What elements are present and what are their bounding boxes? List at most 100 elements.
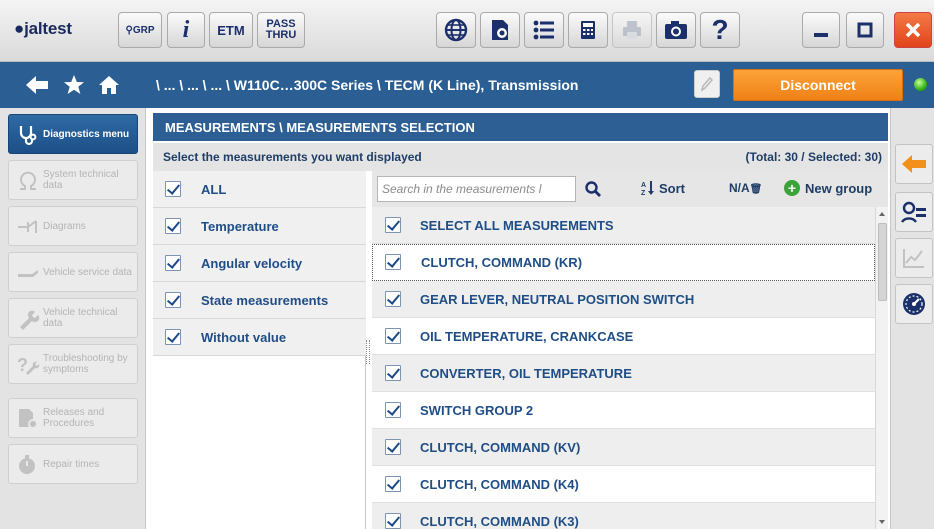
measurement-config-button[interactable] bbox=[895, 192, 933, 232]
user-settings-icon bbox=[900, 201, 926, 223]
screenshot-button[interactable] bbox=[656, 12, 696, 48]
checkbox-checked-icon[interactable] bbox=[385, 365, 401, 381]
sidebar-item-system-technical-data[interactable]: System technical data bbox=[8, 160, 138, 200]
printer-icon bbox=[623, 21, 641, 39]
measurement-row[interactable]: CLUTCH, COMMAND (K3) bbox=[372, 503, 875, 529]
stopwatch-icon bbox=[19, 455, 35, 474]
disconnect-button[interactable]: Disconnect bbox=[733, 69, 903, 101]
troubleshooting-icon: ? bbox=[17, 355, 40, 375]
search-icon: ⚲ bbox=[125, 24, 133, 36]
measurements-list: SELECT ALL MEASUREMENTS CLUTCH, COMMAND … bbox=[372, 207, 875, 529]
checkbox-checked-icon[interactable] bbox=[385, 402, 401, 418]
close-icon bbox=[905, 22, 921, 38]
measurement-row[interactable]: CLUTCH, COMMAND (KV) bbox=[372, 429, 875, 466]
checkbox-checked-icon[interactable] bbox=[165, 255, 181, 271]
help-icon: ? bbox=[711, 14, 729, 45]
globe-icon bbox=[444, 18, 468, 42]
sidebar: Diagnostics menu System technical data D… bbox=[0, 108, 146, 529]
checkbox-checked-icon[interactable] bbox=[385, 254, 401, 270]
measurement-row[interactable]: SWITCH GROUP 2 bbox=[372, 392, 875, 429]
info-button[interactable]: i bbox=[167, 12, 205, 48]
group-item-state-measurements[interactable]: State measurements bbox=[153, 282, 366, 319]
measurement-row[interactable]: OIL TEMPERATURE, CRANKCASE bbox=[372, 318, 875, 355]
group-label: ALL bbox=[201, 181, 227, 197]
checkbox-checked-icon[interactable] bbox=[385, 217, 401, 233]
sidebar-item-label: Vehicle service data bbox=[43, 266, 132, 278]
sidebar-item-diagnostics-menu[interactable]: Diagnostics menu bbox=[8, 114, 138, 154]
sidebar-item-troubleshooting-by-symptoms[interactable]: ? Troubleshooting by symptoms bbox=[8, 344, 138, 384]
sort-button[interactable]: A Z Sort bbox=[641, 180, 685, 197]
help-button[interactable]: ? bbox=[700, 12, 740, 48]
new-group-button[interactable]: + New group bbox=[784, 180, 872, 196]
measurement-label: OIL TEMPERATURE, CRANKCASE bbox=[420, 328, 634, 344]
gauge-button[interactable] bbox=[895, 284, 933, 324]
new-group-label: New group bbox=[805, 180, 873, 196]
scrollbar-thumb[interactable] bbox=[878, 223, 887, 301]
breadcrumb: \ ... \ ... \ ... \ W110C…300C Series \ … bbox=[156, 77, 579, 93]
home-icon bbox=[99, 76, 119, 94]
scroll-up-arrow-icon[interactable] bbox=[879, 212, 885, 216]
measurements-scrollbar[interactable] bbox=[875, 207, 888, 529]
search-input[interactable] bbox=[382, 179, 542, 199]
selection-counter: (Total: 30 / Selected: 30) bbox=[745, 150, 882, 164]
panel-splitter-handle[interactable] bbox=[366, 340, 370, 364]
measurement-row[interactable]: GEAR LEVER, NEUTRAL POSITION SWITCH bbox=[372, 281, 875, 318]
online-button[interactable] bbox=[436, 12, 476, 48]
etm-button[interactable]: ETM bbox=[209, 12, 253, 48]
sidebar-item-diagrams[interactable]: Diagrams bbox=[8, 206, 138, 246]
pass-thru-button[interactable]: PASS THRU bbox=[257, 12, 305, 48]
checkbox-checked-icon[interactable] bbox=[385, 513, 401, 529]
select-all-measurements-row[interactable]: SELECT ALL MEASUREMENTS bbox=[372, 207, 875, 244]
checkbox-checked-icon[interactable] bbox=[165, 181, 181, 197]
pass-thru-label-line2: THRU bbox=[265, 29, 297, 41]
sidebar-item-label: Vehicle technical data bbox=[43, 307, 118, 329]
list-button[interactable] bbox=[524, 12, 564, 48]
grp-button[interactable]: ⚲ GRP bbox=[118, 12, 162, 48]
close-button[interactable] bbox=[894, 12, 932, 48]
sort-az-icon: A Z bbox=[641, 181, 654, 196]
print-button[interactable] bbox=[612, 12, 652, 48]
star-icon bbox=[64, 75, 84, 94]
home-button[interactable] bbox=[96, 73, 122, 97]
checkbox-checked-icon[interactable] bbox=[165, 218, 181, 234]
scroll-down-arrow-icon[interactable] bbox=[879, 520, 885, 524]
sidebar-item-label: System technical data bbox=[43, 169, 119, 191]
svg-text:A: A bbox=[641, 182, 646, 189]
calculator-button[interactable] bbox=[568, 12, 608, 48]
sidebar-item-vehicle-technical-data[interactable]: Vehicle technical data bbox=[8, 298, 138, 338]
group-item-angular-velocity[interactable]: Angular velocity bbox=[153, 245, 366, 282]
measurement-groups-list: ALL Temperature Angular velocity State m… bbox=[153, 171, 366, 529]
checkbox-checked-icon[interactable] bbox=[385, 439, 401, 455]
back-button[interactable] bbox=[24, 73, 50, 97]
measurement-row[interactable]: CLUTCH, COMMAND (KR) bbox=[372, 244, 875, 281]
checkbox-checked-icon[interactable] bbox=[385, 328, 401, 344]
checkbox-checked-icon[interactable] bbox=[165, 292, 181, 308]
edit-button[interactable] bbox=[694, 70, 720, 98]
measurement-row[interactable]: CLUTCH, COMMAND (K4) bbox=[372, 466, 875, 503]
group-item-temperature[interactable]: Temperature bbox=[153, 208, 366, 245]
search-button[interactable] bbox=[578, 176, 608, 202]
oil-can-icon bbox=[18, 270, 38, 277]
search-icon bbox=[585, 181, 601, 197]
view-document-button[interactable] bbox=[480, 12, 520, 48]
graph-button[interactable] bbox=[895, 238, 933, 278]
document-view-icon bbox=[492, 20, 508, 40]
checkbox-checked-icon[interactable] bbox=[165, 329, 181, 345]
sidebar-item-vehicle-service-data[interactable]: Vehicle service data bbox=[8, 252, 138, 292]
search-box bbox=[377, 176, 576, 202]
group-item-all[interactable]: ALL bbox=[153, 171, 366, 208]
maximize-icon bbox=[857, 22, 873, 38]
sidebar-item-releases-and-procedures[interactable]: Releases and Procedures bbox=[8, 398, 138, 438]
checkbox-checked-icon[interactable] bbox=[385, 476, 401, 492]
minimize-button[interactable] bbox=[802, 12, 840, 48]
maximize-button[interactable] bbox=[846, 12, 884, 48]
sidebar-item-repair-times[interactable]: Repair times bbox=[8, 444, 138, 484]
back-orange-button[interactable] bbox=[895, 144, 933, 184]
list-icon bbox=[533, 20, 554, 40]
group-item-without-value[interactable]: Without value bbox=[153, 319, 366, 356]
favorites-button[interactable] bbox=[61, 73, 87, 97]
remove-na-button[interactable]: N/A🗑 bbox=[729, 181, 762, 195]
measurement-row[interactable]: CONVERTER, OIL TEMPERATURE bbox=[372, 355, 875, 392]
measurement-label: CONVERTER, OIL TEMPERATURE bbox=[420, 365, 632, 381]
checkbox-checked-icon[interactable] bbox=[385, 291, 401, 307]
